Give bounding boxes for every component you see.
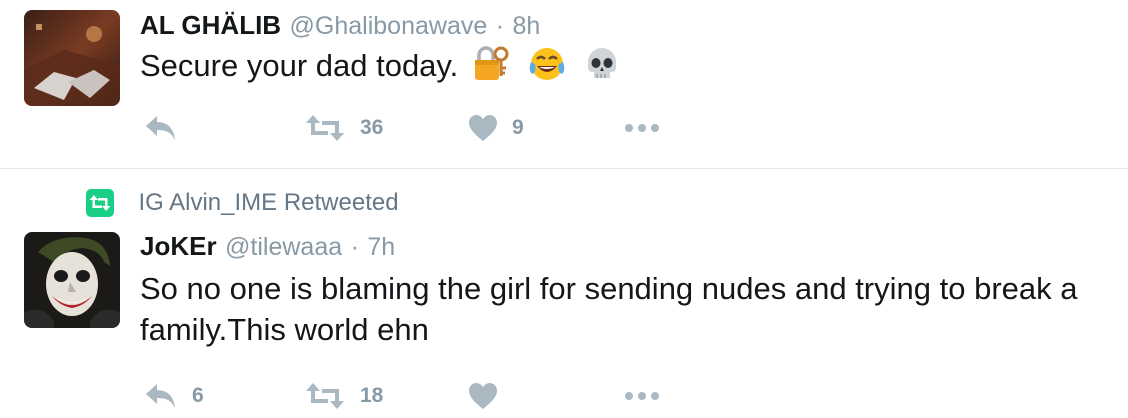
avatar[interactable] [24,232,120,328]
tweet-header: JoKEr @tilewaaa · 7h [140,231,395,262]
more-dots-icon [625,392,659,400]
retweet-context: IG Alvin_IME Retweeted [86,189,399,217]
more-dots-icon [625,124,659,132]
avatar-image [24,232,120,328]
heart-icon [469,383,497,409]
retweet-icon [306,115,344,141]
avatar-image [24,10,120,106]
retweet-count: 18 [360,384,384,407]
display-name[interactable]: JoKEr [140,231,217,261]
avatar[interactable] [24,10,120,106]
timestamp[interactable]: 8h [512,12,540,40]
retweet-count: 36 [360,116,384,139]
like-button[interactable]: 9 [468,110,524,146]
more-options-button[interactable] [624,110,660,146]
tweet-header: AL GHÄLIB @Ghalibonawave · 8h [140,10,540,41]
retweet-button[interactable]: 36 [304,110,383,146]
tweet-text-line: So no one is blaming the girl for sendin… [140,271,1078,306]
tweet[interactable]: IG Alvin_IME Retweeted JoKEr @tilewaaa ·… [0,169,1128,418]
heart-icon [469,115,497,141]
reply-button[interactable] [144,110,192,146]
retweet-badge-icon [86,189,114,217]
tweet-text: So no one is blaming the girl for sendin… [140,268,1120,350]
tears-of-joy-icon [527,44,567,94]
username-handle[interactable]: @Ghalibonawave [290,12,488,40]
retweet-icon [306,383,344,409]
reply-button[interactable]: 6 [144,378,204,414]
timestamp[interactable]: 7h [367,233,395,261]
skull-icon [582,44,622,94]
lock-with-key-icon [473,44,513,94]
like-count: 9 [512,116,524,139]
retweeted-by-link[interactable]: IG Alvin_IME Retweeted [138,189,398,216]
tweet-text: Secure your dad today. [140,44,622,94]
reply-icon [146,116,175,140]
like-button[interactable] [468,378,512,414]
username-handle[interactable]: @tilewaaa [225,233,342,261]
display-name[interactable]: AL GHÄLIB [140,10,281,40]
separator-dot: · [495,12,505,40]
retweet-button[interactable]: 18 [304,378,383,414]
more-options-button[interactable] [624,378,660,414]
tweet-text-content: Secure your dad today. [140,48,459,83]
reply-count: 6 [192,384,204,407]
tweet-text-line: family.This world ehn [140,312,429,347]
tweet[interactable]: AL GHÄLIB @Ghalibonawave · 8h Secure you… [0,0,1128,168]
reply-icon [146,384,175,408]
separator-dot: · [350,233,359,261]
